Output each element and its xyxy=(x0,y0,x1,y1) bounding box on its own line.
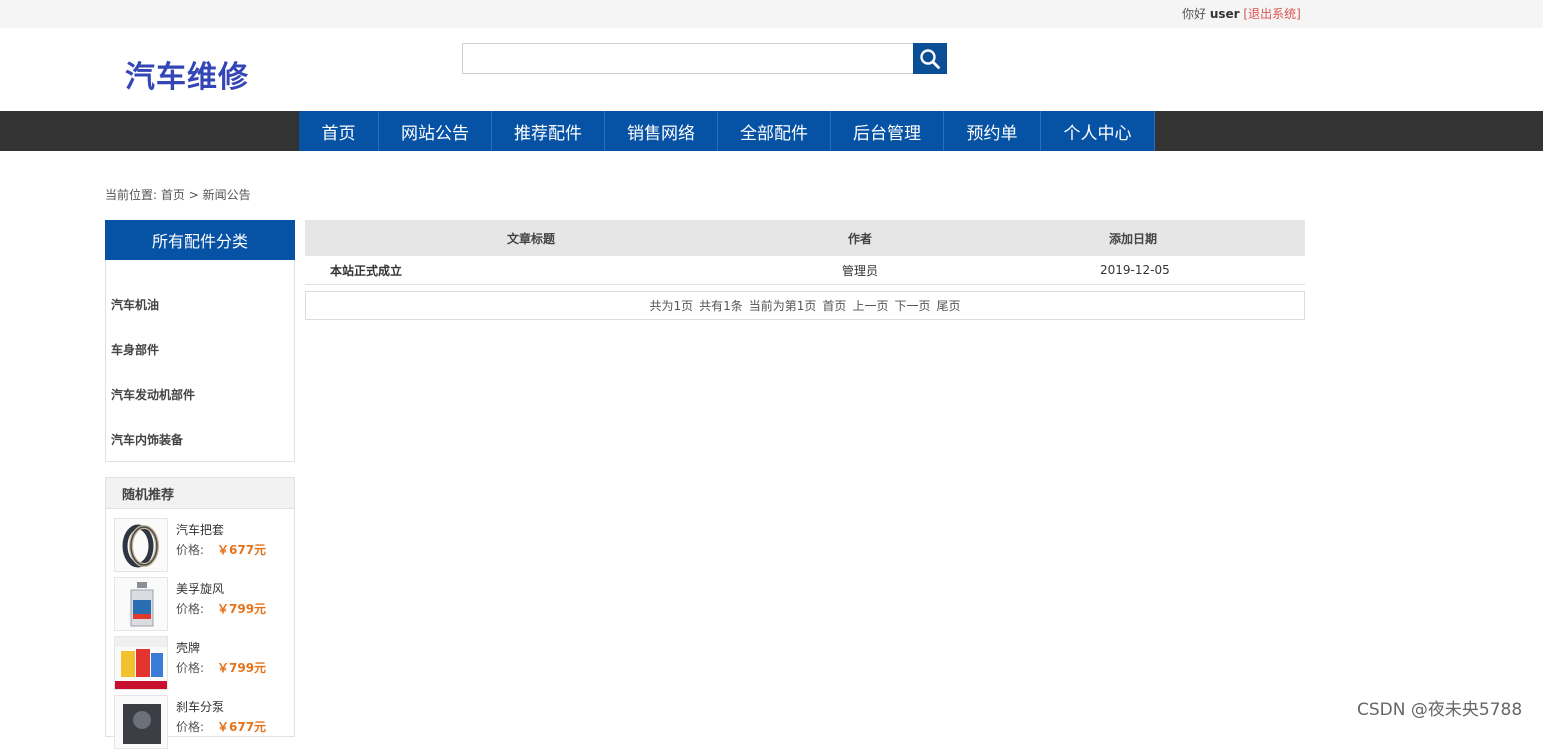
category-panel-title: 所有配件分类 xyxy=(105,220,295,260)
pager-last-link[interactable]: 尾页 xyxy=(936,297,960,314)
category-item[interactable]: 汽车内饰装备 xyxy=(111,431,183,448)
site-header: 汽车维修 xyxy=(0,28,1543,111)
column-header-title: 文章标题 xyxy=(507,231,556,246)
nav-item-appointments[interactable]: 预约单 xyxy=(944,111,1041,151)
oil-set-icon xyxy=(114,636,168,690)
oil-bottle-icon xyxy=(114,577,168,631)
recommend-item-price: ￥799元 xyxy=(217,602,267,616)
nav-item-home[interactable]: 首页 xyxy=(299,111,379,151)
breadcrumb-home-link[interactable]: 首页 xyxy=(161,188,185,202)
nav-item-all-parts[interactable]: 全部配件 xyxy=(718,111,831,151)
search-icon xyxy=(920,48,940,69)
recommend-item-name: 壳牌 xyxy=(176,641,201,655)
nav-item-announcements[interactable]: 网站公告 xyxy=(379,111,492,151)
recommend-item-name: 刹车分泵 xyxy=(176,700,225,714)
recommend-item[interactable]: 刹车分泵 价格: ￥677元 xyxy=(114,695,290,749)
search-input[interactable] xyxy=(462,43,914,74)
article-date: 2019-12-05 xyxy=(1100,263,1170,277)
steering-cover-icon xyxy=(114,518,168,572)
recommend-item[interactable]: 汽车把套 价格: ￥677元 xyxy=(114,518,290,572)
article-author: 管理员 xyxy=(842,263,879,278)
recommend-item-price-label: 价格: xyxy=(176,661,205,675)
column-header-author: 作者 xyxy=(848,231,873,246)
watermark: CSDN @夜未央5788 xyxy=(1357,700,1523,720)
column-header-date: 添加日期 xyxy=(1109,231,1158,246)
category-item[interactable]: 汽车发动机部件 xyxy=(111,386,195,403)
pager-total-items: 共有1条 xyxy=(699,299,743,313)
category-item[interactable]: 车身部件 xyxy=(111,341,159,358)
category-item[interactable]: 汽车机油 xyxy=(111,296,159,313)
breadcrumb-label: 当前位置: xyxy=(105,188,158,202)
recommend-item-name: 汽车把套 xyxy=(176,523,225,537)
pagination: 共为1页 共有1条 当前为第1页 首页 上一页 下一页 尾页 xyxy=(305,291,1305,320)
username: user xyxy=(1209,7,1240,21)
nav-item-sales-network[interactable]: 销售网络 xyxy=(605,111,718,151)
recommend-item-price: ￥677元 xyxy=(217,543,267,557)
pager-total-pages: 共为1页 xyxy=(649,299,694,313)
main-nav: 首页 网站公告 推荐配件 销售网络 全部配件 后台管理 预约单 个人中心 xyxy=(0,111,1543,151)
recommend-panel-title: 随机推荐 xyxy=(106,478,294,509)
pager-next-link[interactable]: 下一页 xyxy=(894,297,930,314)
pager-prev-link[interactable]: 上一页 xyxy=(852,297,888,314)
recommend-item[interactable]: 壳牌 价格: ￥799元 xyxy=(114,636,290,690)
breadcrumb: 当前位置: 首页 > 新闻公告 xyxy=(105,186,251,203)
logout-link[interactable]: [退出系统] xyxy=(1243,7,1300,21)
recommend-item-price: ￥799元 xyxy=(217,661,267,675)
nav-list: 首页 网站公告 推荐配件 销售网络 全部配件 后台管理 预约单 个人中心 xyxy=(299,111,1155,151)
recommend-item-name: 美孚旋风 xyxy=(176,582,225,596)
breadcrumb-separator: > xyxy=(188,188,199,202)
recommend-item-price: ￥677元 xyxy=(217,720,267,734)
recommend-item-price-label: 价格: xyxy=(176,543,205,557)
nav-item-profile[interactable]: 个人中心 xyxy=(1041,111,1155,151)
brake-cylinder-icon xyxy=(114,695,168,749)
top-bar: 你好 user [退出系统] xyxy=(0,0,1543,28)
greeting-text: 你好 xyxy=(1182,7,1207,21)
nav-item-recommended-parts[interactable]: 推荐配件 xyxy=(492,111,605,151)
breadcrumb-current: 新闻公告 xyxy=(202,188,251,202)
nav-item-admin[interactable]: 后台管理 xyxy=(831,111,944,151)
article-title-link[interactable]: 本站正式成立 xyxy=(330,256,402,284)
search-button[interactable] xyxy=(913,43,947,74)
site-logo[interactable]: 汽车维修 xyxy=(125,52,249,96)
article-table-header: 文章标题 作者 添加日期 xyxy=(305,220,1305,256)
pager-first-link[interactable]: 首页 xyxy=(822,297,846,314)
recommend-item[interactable]: 美孚旋风 价格: ￥799元 xyxy=(114,577,290,631)
recommend-item-price-label: 价格: xyxy=(176,602,205,616)
table-row[interactable]: 本站正式成立 管理员 2019-12-05 xyxy=(305,256,1305,285)
pager-current-page: 当前为第1页 xyxy=(748,299,817,313)
recommend-item-price-label: 价格: xyxy=(176,720,205,734)
user-greeting: 你好 user [退出系统] xyxy=(1182,5,1301,22)
